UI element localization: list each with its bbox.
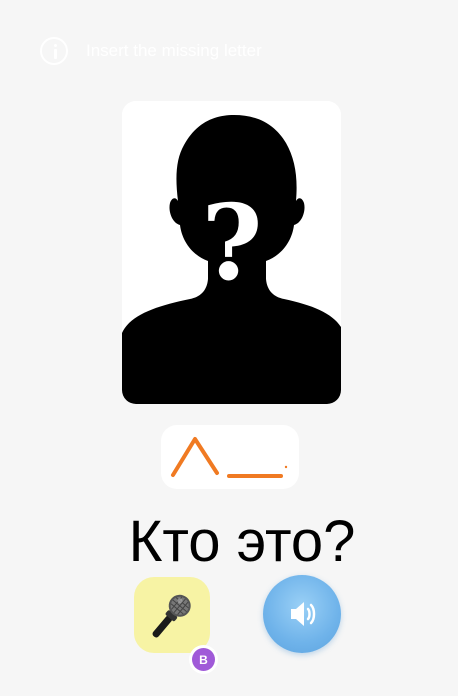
speaker-icon	[291, 602, 316, 626]
info-icon[interactable]	[40, 37, 68, 65]
letter-lambda-stroke	[171, 437, 219, 477]
microphone-button[interactable]	[134, 577, 210, 653]
microphone-icon	[152, 594, 191, 638]
play-sound-button[interactable]	[263, 575, 341, 653]
word-letters	[171, 437, 288, 478]
mystery-person-card: ?	[122, 101, 341, 404]
instruction-hint: Insert the missing letter	[40, 37, 262, 65]
word-answer-box[interactable]	[161, 425, 299, 489]
question-mark-symbol: ?	[202, 181, 263, 304]
person-silhouette-icon: ?	[122, 101, 341, 404]
instruction-text: Insert the missing letter	[86, 41, 262, 60]
question-text: Кто это?	[128, 509, 356, 574]
user-badge: B	[189, 645, 218, 674]
badge-letter: B	[192, 648, 215, 671]
